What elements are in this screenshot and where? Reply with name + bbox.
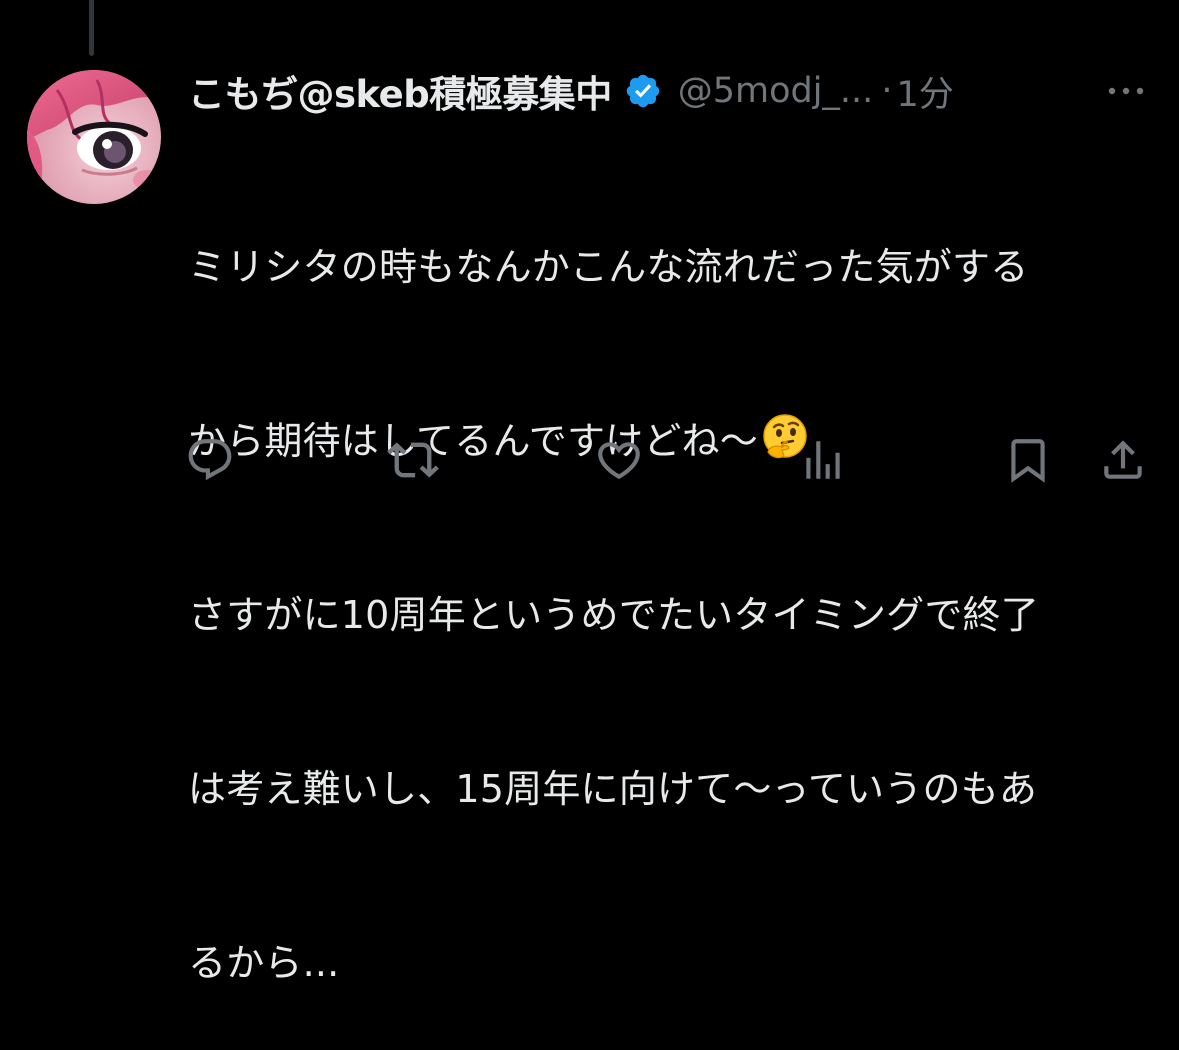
avatar[interactable]: [27, 70, 161, 204]
display-name[interactable]: こもぢ@skeb積極募集中: [188, 64, 612, 118]
tweet-header: こもぢ@skeb積極募集中 @5modj_... · 1分: [188, 66, 1148, 116]
tweet-text-line: るから...: [188, 941, 340, 985]
more-options-icon[interactable]: [1104, 72, 1148, 110]
bookmark-button[interactable]: [1002, 434, 1054, 486]
retweet-button[interactable]: [387, 434, 439, 486]
user-handle[interactable]: @5modj_...: [678, 71, 874, 111]
timestamp[interactable]: 1分: [896, 66, 953, 117]
views-button[interactable]: [797, 434, 849, 486]
like-icon: [598, 442, 640, 480]
tweet-text: ミリシタの時もなんかこんな流れだった気がする から期待はしてるんですけどね〜 さ…: [188, 122, 1148, 1050]
bookmark-icon: [1011, 439, 1045, 483]
share-button[interactable]: [1097, 434, 1149, 486]
retweet-icon: [387, 442, 439, 478]
verified-badge-icon[interactable]: [624, 72, 662, 110]
reply-icon: [188, 439, 232, 481]
tweet-text-line: さすがに10周年というめでたいタイミングで終了: [188, 593, 1039, 637]
thread-connector-line: [89, 0, 94, 56]
avatar-image: [27, 70, 161, 204]
tweet-text-fragment: から期待はしてるんですけどね〜: [188, 419, 758, 463]
reply-button[interactable]: [184, 434, 236, 486]
tweet-text-line: ミリシタの時もなんかこんな流れだった気がする: [188, 245, 1029, 289]
like-button[interactable]: [593, 434, 645, 486]
separator-dot: ·: [881, 71, 893, 111]
share-icon: [1104, 440, 1142, 479]
tweet-text-line: は考え難いし、15周年に向けて〜っていうのもあ: [188, 767, 1038, 811]
views-icon: [806, 441, 840, 479]
